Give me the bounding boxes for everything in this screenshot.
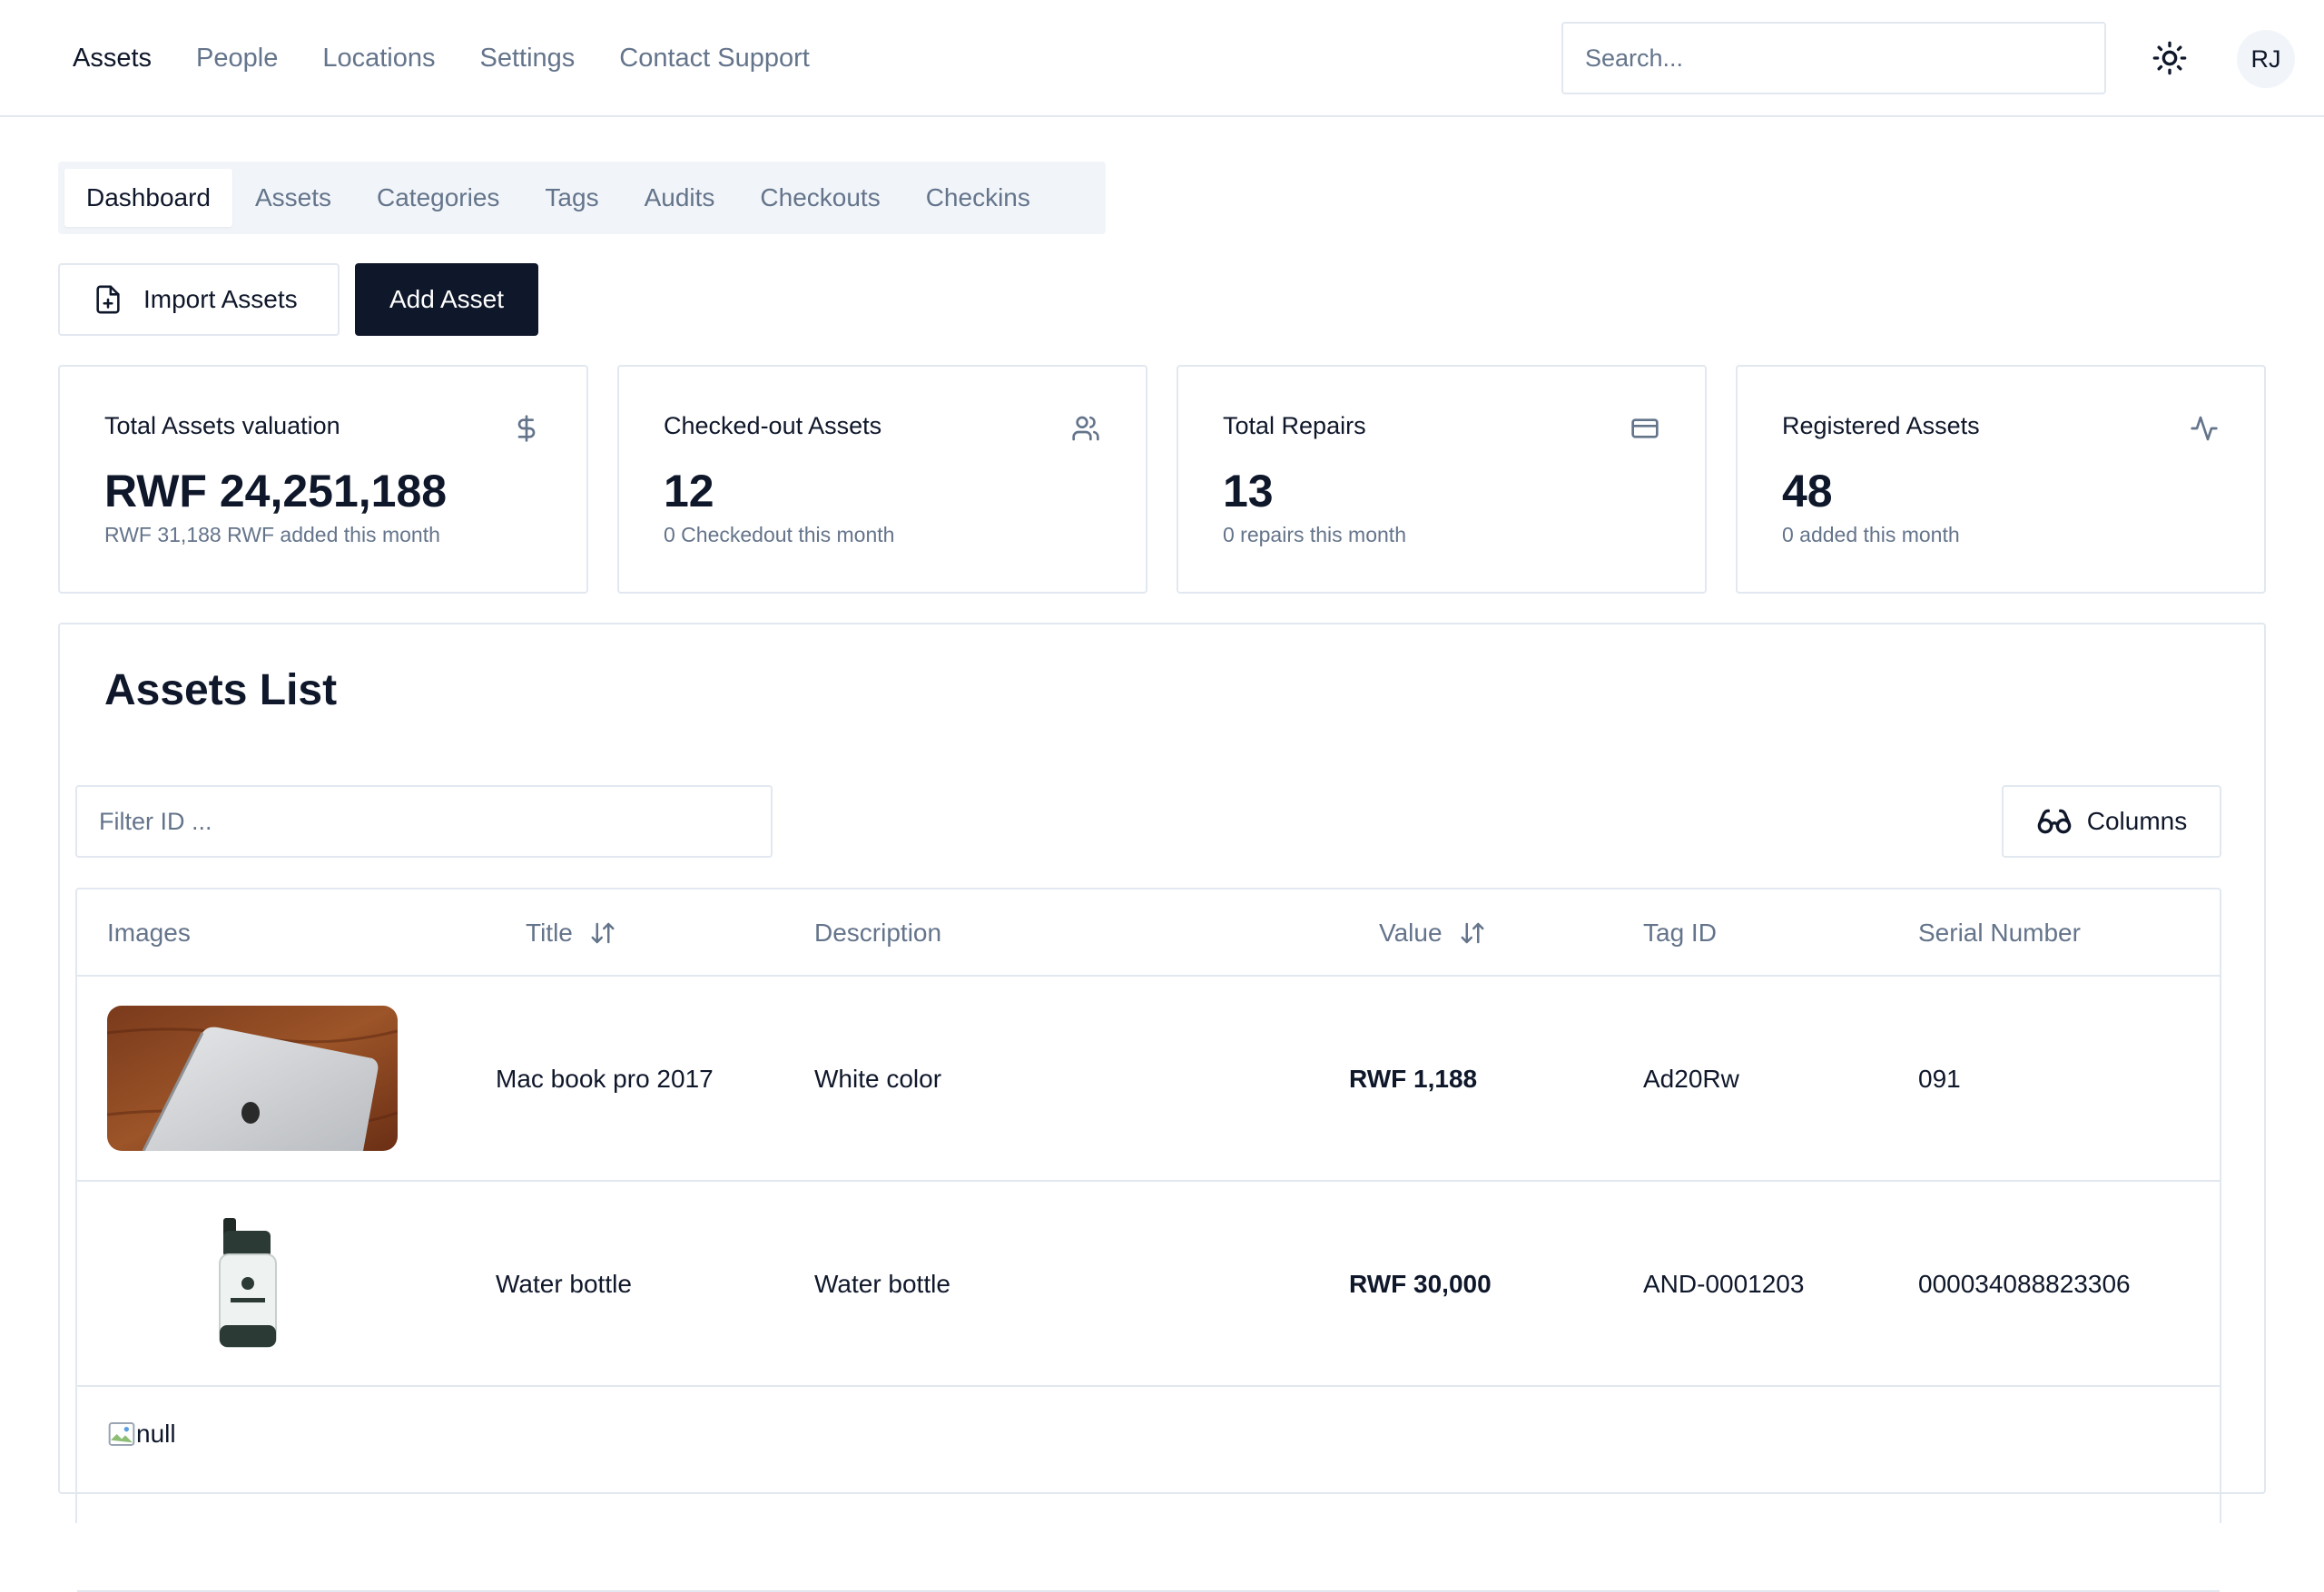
glasses-icon [2037, 809, 2072, 834]
import-assets-button[interactable]: Import Assets [58, 263, 340, 336]
section-tabs: Dashboard Assets Categories Tags Audits … [58, 162, 1106, 234]
avatar[interactable]: RJ [2237, 30, 2295, 88]
table-row[interactable]: Mac book pro 2017 White color RWF 1,188 … [77, 977, 2220, 1182]
cell-value: RWF 1,188 [1349, 1065, 1478, 1093]
stat-subtext: 0 Checkedout this month [664, 523, 895, 546]
add-asset-button[interactable]: Add Asset [355, 263, 538, 336]
cell-title: Mac book pro 2017 [496, 1065, 714, 1093]
assets-list-title: Assets List [104, 666, 338, 714]
nav-locations[interactable]: Locations [322, 44, 435, 74]
broken-image-icon [108, 1422, 135, 1446]
credit-card-icon [1631, 418, 1659, 438]
nav-people[interactable]: People [196, 44, 278, 74]
sun-icon [2152, 41, 2187, 75]
header-title[interactable]: Title [526, 889, 616, 977]
file-plus-icon [96, 285, 120, 314]
cell-tag-id: AND-0001203 [1643, 1270, 1805, 1298]
header-serial-number: Serial Number [1918, 919, 2081, 947]
columns-button[interactable]: Columns [2002, 785, 2221, 858]
nav-assets[interactable]: Assets [73, 44, 152, 74]
search-input[interactable] [1561, 22, 2106, 94]
tab-tags[interactable]: Tags [522, 169, 621, 227]
cell-serial-number: 091 [1918, 1065, 1961, 1093]
asset-image-bottle [107, 1211, 398, 1356]
stat-label: Checked-out Assets [664, 412, 882, 439]
broken-image: null [107, 1420, 176, 1449]
sort-icon [591, 922, 615, 944]
table-row[interactable]: Water bottle Water bottle RWF 30,000 AND… [77, 1182, 2220, 1387]
top-navbar: Assets People Locations Settings Contact… [0, 0, 2324, 117]
assets-list-panel: Assets List Columns Images Title D [58, 623, 2266, 1592]
import-assets-label: Import Assets [143, 285, 298, 313]
nav-settings[interactable]: Settings [480, 44, 576, 74]
cell-title: Water bottle [496, 1270, 632, 1298]
stat-card-registered: Registered Assets 48 0 added this month [1736, 365, 2266, 594]
stat-label: Total Assets valuation [104, 412, 340, 439]
stat-subtext: 0 repairs this month [1223, 523, 1406, 546]
tab-categories[interactable]: Categories [354, 169, 522, 227]
stat-subtext: RWF 31,188 RWF added this month [104, 523, 440, 546]
table-row[interactable]: null [77, 1387, 2220, 1592]
stat-subtext: 0 added this month [1782, 523, 1960, 546]
tab-dashboard[interactable]: Dashboard [64, 169, 232, 227]
tab-checkins[interactable]: Checkins [903, 169, 1053, 227]
header-value[interactable]: Value [1379, 889, 1486, 977]
columns-label: Columns [2086, 807, 2188, 835]
stat-value: RWF 24,251,188 [104, 466, 448, 516]
theme-toggle-button[interactable] [2144, 33, 2195, 84]
stat-card-checked-out: Checked-out Assets 12 0 Checkedout this … [617, 365, 1147, 594]
stat-value: 13 [1223, 466, 1274, 516]
stat-label: Total Repairs [1223, 412, 1366, 439]
stat-card-repairs: Total Repairs 13 0 repairs this month [1177, 365, 1707, 594]
asset-image-laptop [107, 1006, 398, 1151]
tab-assets[interactable]: Assets [232, 169, 354, 227]
cell-description: Water bottle [814, 1270, 950, 1298]
stat-card-valuation: Total Assets valuation RWF 24,251,188 RW… [58, 365, 588, 594]
header-description: Description [814, 919, 942, 947]
sort-icon [1461, 922, 1484, 944]
header-tag-id: Tag ID [1643, 919, 1717, 947]
cell-value: RWF 30,000 [1349, 1270, 1492, 1298]
dollar-icon [517, 415, 536, 442]
broken-image-alt: null [136, 1420, 176, 1448]
tab-checkouts[interactable]: Checkouts [737, 169, 902, 227]
stat-value: 12 [664, 466, 714, 516]
header-images: Images [107, 919, 191, 947]
nav-contact-support[interactable]: Contact Support [619, 44, 810, 74]
users-icon [1072, 416, 1099, 441]
stat-label: Registered Assets [1782, 412, 1980, 439]
main-nav: Assets People Locations Settings Contact… [73, 0, 810, 116]
table-header: Images Title Description Value Tag ID Se… [77, 889, 2220, 977]
tab-audits[interactable]: Audits [622, 169, 738, 227]
filter-id-input[interactable] [75, 785, 773, 858]
cell-tag-id: Ad20Rw [1643, 1065, 1739, 1093]
cell-description: White color [814, 1065, 942, 1093]
stat-value: 48 [1782, 466, 1833, 516]
cell-serial-number: 000034088823306 [1918, 1270, 2131, 1298]
assets-table: Images Title Description Value Tag ID Se… [75, 888, 2221, 1592]
activity-icon [2191, 416, 2218, 441]
